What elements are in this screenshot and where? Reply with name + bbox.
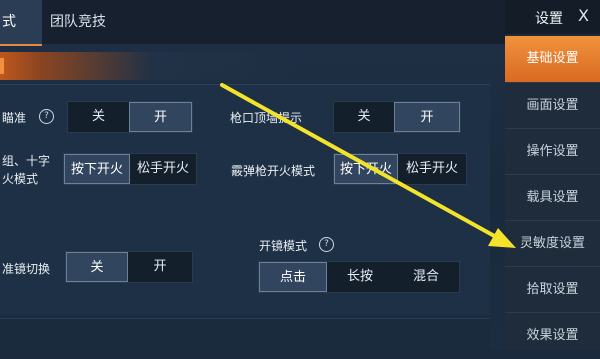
scope-mode-tap-option[interactable]: 点击 [259,262,327,292]
sidebar-title: 设置 [535,11,563,27]
aim-assist-on-option[interactable]: 开 [129,102,192,132]
sidebar-item-controls[interactable]: 操作设置 [505,128,600,175]
fire-mode-press-option[interactable]: 按下开火 [64,154,130,184]
scope-switch-toggle: 关 开 [65,251,193,283]
sidebar-item-pickup[interactable]: 拾取设置 [505,266,600,313]
scope-mode-label: 开镜模式 [259,239,308,253]
settings-panel-lower [0,318,490,351]
sidebar-item-effects[interactable]: 效果设置 [505,312,600,359]
section-marker [0,58,4,74]
sidebar-item-graphics[interactable]: 画面设置 [505,82,600,129]
shotgun-fire-mode-selector: 按下开火 松手开火 [333,153,467,185]
help-icon[interactable]: ? [39,109,54,124]
muzzle-wall-hint-label: 枪口顶墙提示 [230,111,303,125]
scope-switch-on-option[interactable]: 开 [128,252,192,282]
scope-mode-hold-option[interactable]: 长按 [327,262,393,292]
tab-classic[interactable]: 式 [0,0,42,46]
aim-assist-off-option[interactable]: 关 [68,102,129,132]
sidebar-item-basic[interactable]: 基础设置 [505,36,600,82]
scope-mode-mixed-option[interactable]: 混合 [393,262,459,292]
shotgun-release-option[interactable]: 松手开火 [398,154,466,184]
fire-mode-selector: 按下开火 松手开火 [63,153,197,185]
sidebar-item-vehicle[interactable]: 载具设置 [505,174,600,221]
sidebar-header: 设置 X [505,0,600,34]
fire-mode-label-line1: 组、十字 [2,154,51,168]
section-header [0,52,505,80]
muzzle-wall-hint-off-option[interactable]: 关 [334,102,394,132]
top-tab-bar: 式 团队竞技 [0,0,505,46]
fire-mode-label-line2: 火模式 [2,172,39,186]
muzzle-wall-hint-toggle: 关 开 [333,101,461,133]
sidebar-item-sensitivity[interactable]: 灵敏度设置 [505,220,600,267]
aim-assist-toggle: 关 开 [67,101,193,133]
help-icon[interactable]: ? [319,237,334,252]
shotgun-press-option[interactable]: 按下开火 [334,154,398,184]
scope-switch-label: 准镜切换 [2,262,51,276]
tab-team-deathmatch[interactable]: 团队竞技 [50,0,140,44]
settings-sidebar: 设置 X 基础设置 画面设置 操作设置 载具设置 灵敏度设置 拾取设置 效果设置 [505,0,600,350]
aim-assist-label: 瞄准 [2,111,27,125]
close-icon[interactable]: X [578,6,589,25]
muzzle-wall-hint-on-option[interactable]: 开 [394,102,460,132]
scope-mode-selector: 点击 长按 混合 [258,261,460,293]
settings-main-panel: 式 团队竞技 瞄准 ? 关 开 枪口顶墙提示 关 开 组、十字 火模式 按下开火… [0,0,505,351]
scope-switch-off-option[interactable]: 关 [66,252,128,282]
fire-mode-release-option[interactable]: 松手开火 [130,154,196,184]
shotgun-fire-mode-label: 霰弹枪开火模式 [231,164,316,178]
